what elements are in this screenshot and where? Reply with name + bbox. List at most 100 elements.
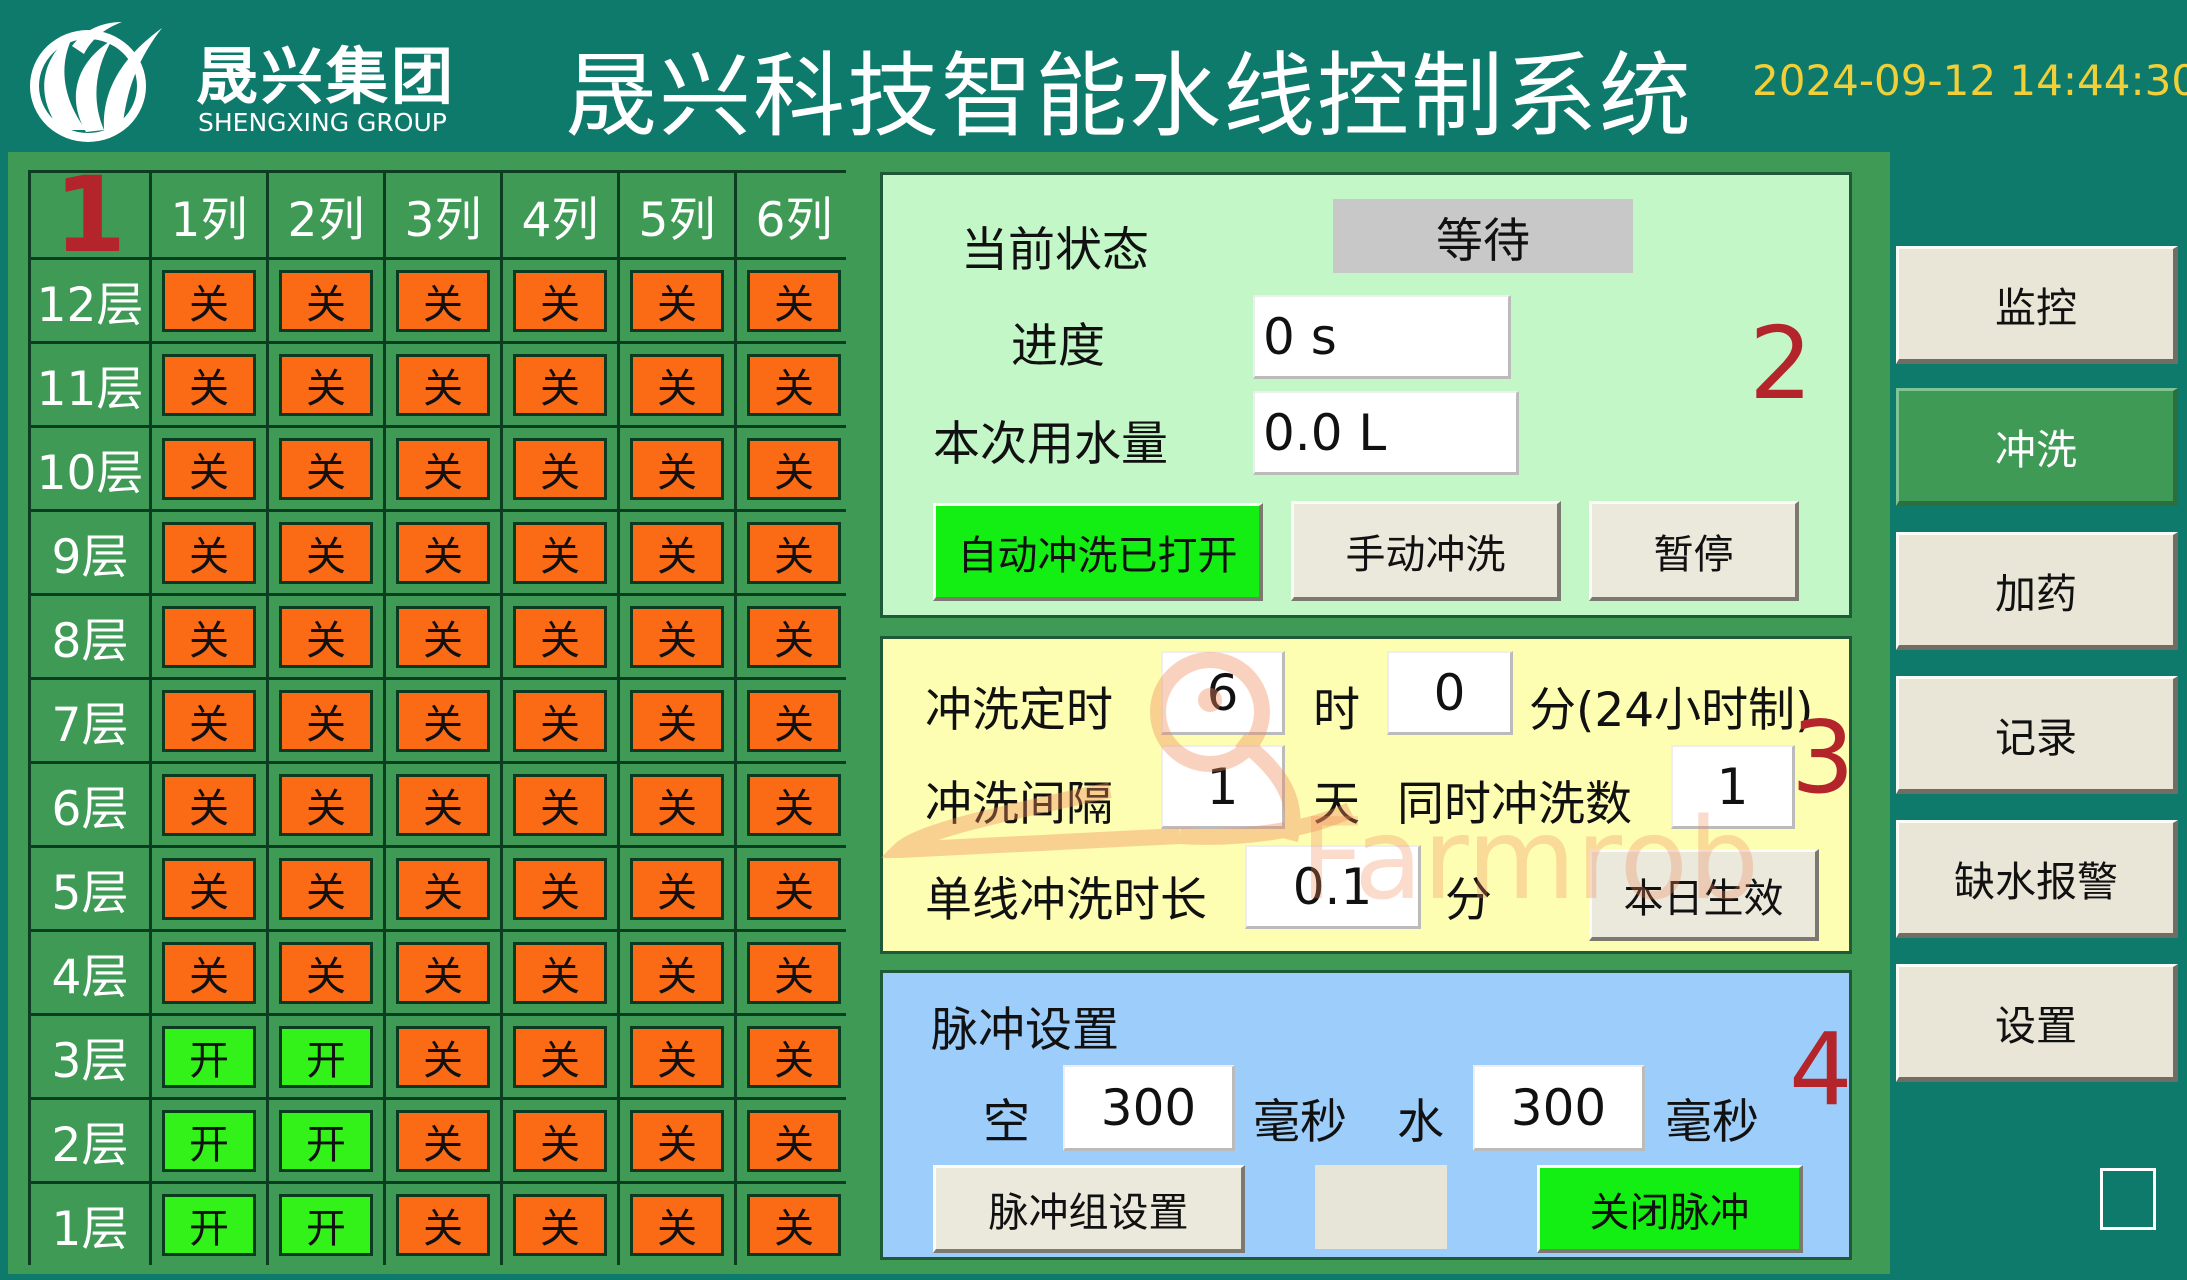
valve-toggle-button[interactable]: 关 [162, 269, 256, 332]
valve-toggle-button[interactable]: 关 [747, 1193, 841, 1256]
column-header-label: 6列 [755, 192, 833, 248]
valve-toggle-button[interactable]: 关 [630, 857, 724, 920]
valve-toggle-button[interactable]: 关 [279, 353, 373, 416]
valve-toggle-button[interactable]: 关 [630, 1109, 724, 1172]
valve-toggle-button[interactable]: 开 [279, 1109, 373, 1172]
close-pulse-button[interactable]: 关闭脉冲 [1537, 1165, 1803, 1253]
valve-toggle-button[interactable]: 关 [162, 521, 256, 584]
valve-toggle-button[interactable]: 关 [630, 605, 724, 668]
valve-toggle-button[interactable]: 关 [747, 521, 841, 584]
valve-toggle-button[interactable]: 关 [396, 1025, 490, 1088]
valve-toggle-button[interactable]: 关 [279, 941, 373, 1004]
valve-toggle-button[interactable]: 关 [513, 857, 607, 920]
valve-toggle-button[interactable]: 关 [747, 437, 841, 500]
valve-toggle-button[interactable]: 关 [630, 689, 724, 752]
valve-toggle-button[interactable]: 关 [747, 605, 841, 668]
valve-toggle-button[interactable]: 关 [396, 353, 490, 416]
valve-toggle-button[interactable]: 关 [513, 521, 607, 584]
valve-toggle-button[interactable]: 关 [630, 773, 724, 836]
column-header: 5列 [620, 173, 734, 257]
valve-toggle-button[interactable]: 关 [630, 941, 724, 1004]
nav-flush-button[interactable]: 冲洗 [1896, 388, 2178, 506]
valve-toggle-button[interactable]: 关 [630, 437, 724, 500]
pause-button[interactable]: 暂停 [1589, 501, 1799, 601]
valve-toggle-button[interactable]: 关 [747, 689, 841, 752]
valve-toggle-button[interactable]: 开 [162, 1025, 256, 1088]
valve-toggle-button[interactable]: 关 [747, 353, 841, 416]
manual-flush-button[interactable]: 手动冲洗 [1291, 501, 1561, 601]
valve-toggle-button[interactable]: 关 [279, 269, 373, 332]
valve-toggle-button[interactable]: 关 [513, 353, 607, 416]
apply-today-button[interactable]: 本日生效 [1589, 849, 1819, 941]
valve-toggle-button[interactable]: 关 [513, 941, 607, 1004]
valve-toggle-button[interactable]: 关 [279, 689, 373, 752]
valve-toggle-button[interactable]: 关 [396, 605, 490, 668]
valve-toggle-button[interactable]: 关 [747, 941, 841, 1004]
pulse-group-settings-button[interactable]: 脉冲组设置 [933, 1165, 1245, 1253]
valve-toggle-button[interactable]: 关 [162, 353, 256, 416]
valve-toggle-button[interactable]: 关 [747, 1025, 841, 1088]
valve-toggle-button[interactable]: 开 [279, 1025, 373, 1088]
valve-toggle-button[interactable]: 关 [747, 269, 841, 332]
valve-toggle-button[interactable]: 关 [630, 521, 724, 584]
valve-toggle-button[interactable]: 关 [279, 773, 373, 836]
valve-toggle-button[interactable]: 关 [396, 269, 490, 332]
valve-toggle-button[interactable]: 关 [396, 521, 490, 584]
valve-toggle-button[interactable]: 关 [513, 1025, 607, 1088]
valve-toggle-button[interactable]: 关 [513, 773, 607, 836]
valve-toggle-button[interactable]: 关 [162, 857, 256, 920]
valve-toggle-button[interactable]: 关 [279, 521, 373, 584]
valve-toggle-button[interactable]: 关 [513, 269, 607, 332]
valve-toggle-button[interactable]: 开 [162, 1109, 256, 1172]
single-line-duration-input[interactable]: 0.1 [1245, 845, 1421, 929]
valve-toggle-button[interactable]: 关 [162, 437, 256, 500]
valve-toggle-button[interactable]: 关 [162, 605, 256, 668]
nav-records-button[interactable]: 记录 [1896, 676, 2178, 794]
valve-toggle-button[interactable]: 关 [513, 1109, 607, 1172]
valve-toggle-button[interactable]: 关 [396, 1109, 490, 1172]
flush-minute-input[interactable]: 0 [1387, 651, 1513, 735]
water-usage-field: 0.0 L [1253, 391, 1519, 475]
water-duration-input[interactable]: 300 [1473, 1065, 1645, 1151]
valve-toggle-button[interactable]: 关 [279, 857, 373, 920]
flush-hour-input[interactable]: 6 [1161, 651, 1285, 735]
nav-monitor-button[interactable]: 监控 [1896, 246, 2178, 364]
valve-cell: 关 [737, 680, 851, 761]
valve-toggle-button[interactable]: 开 [162, 1193, 256, 1256]
valve-toggle-button[interactable]: 关 [513, 689, 607, 752]
valve-toggle-button[interactable]: 关 [630, 353, 724, 416]
valve-toggle-button[interactable]: 关 [747, 773, 841, 836]
valve-toggle-button[interactable]: 关 [747, 857, 841, 920]
valve-cell: 关 [269, 848, 383, 929]
valve-toggle-button[interactable]: 关 [630, 269, 724, 332]
valve-toggle-button[interactable]: 关 [162, 941, 256, 1004]
valve-toggle-button[interactable]: 关 [279, 605, 373, 668]
valve-toggle-button[interactable]: 关 [396, 1193, 490, 1256]
valve-toggle-button[interactable]: 关 [396, 689, 490, 752]
valve-toggle-button[interactable]: 关 [396, 437, 490, 500]
valve-toggle-button[interactable]: 关 [396, 773, 490, 836]
valve-toggle-button[interactable]: 关 [630, 1025, 724, 1088]
valve-toggle-button[interactable]: 关 [279, 437, 373, 500]
valve-toggle-button[interactable]: 关 [747, 1109, 841, 1172]
valve-toggle-button[interactable]: 关 [513, 1193, 607, 1256]
valve-toggle-button[interactable]: 关 [396, 857, 490, 920]
valve-toggle-button[interactable]: 关 [630, 1193, 724, 1256]
app-title: 晟兴科技智能水线控制系统 [565, 43, 1694, 150]
blank-button[interactable] [1315, 1165, 1447, 1249]
valve-toggle-button[interactable]: 关 [396, 941, 490, 1004]
datetime-display: 2024-09-12 14:44:30 [1752, 56, 2187, 105]
valve-toggle-button[interactable]: 关 [513, 605, 607, 668]
valve-toggle-button[interactable]: 关 [513, 437, 607, 500]
nav-settings-button[interactable]: 设置 [1896, 964, 2178, 1082]
nav-dosing-button[interactable]: 加药 [1896, 532, 2178, 650]
simultaneous-flush-input[interactable]: 1 [1671, 745, 1795, 829]
auto-flush-button[interactable]: 自动冲洗已打开 [933, 503, 1263, 601]
flush-interval-input[interactable]: 1 [1161, 745, 1285, 829]
air-duration-input[interactable]: 300 [1063, 1065, 1235, 1151]
valve-toggle-button[interactable]: 关 [162, 689, 256, 752]
valve-toggle-button[interactable]: 开 [279, 1193, 373, 1256]
valve-toggle-button[interactable]: 关 [162, 773, 256, 836]
corner-checkbox[interactable] [2100, 1168, 2156, 1230]
nav-water-shortage-alarm-button[interactable]: 缺水报警 [1896, 820, 2178, 938]
